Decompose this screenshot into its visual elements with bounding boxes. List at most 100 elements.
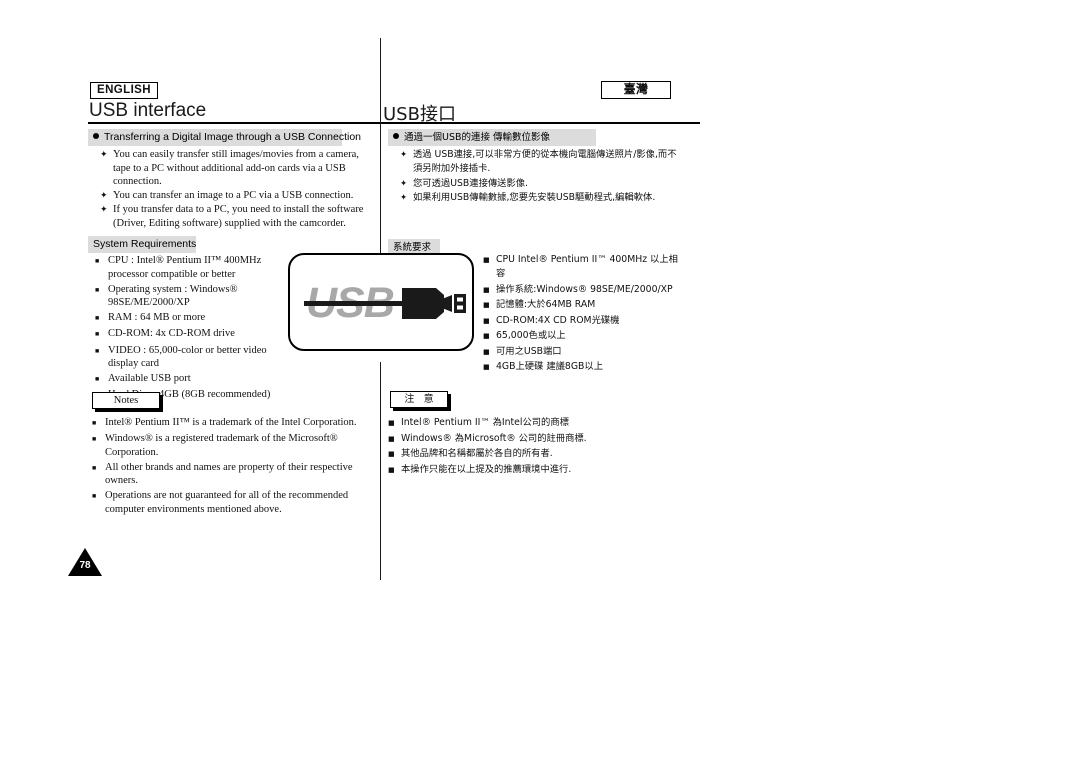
list-item-text: Operations are not guaranteed for all of… <box>105 490 349 516</box>
list-item-text: All other brands and names are property … <box>105 461 353 487</box>
list-item: Intel® Pentium II™ is a trademark of the… <box>92 416 382 431</box>
list-item: CPU Intel® Pentium II™ 400MHz 以上相容 <box>483 253 683 281</box>
list-item: CPU : Intel® Pentium II™ 400MHz processo… <box>95 254 295 281</box>
transfer-list-chinese: 透過 USB連接,可以非常方便的從本機向電腦傳送照片/影像,而不須另附加外接插卡… <box>400 148 680 206</box>
list-item-text: 透過 USB連接,可以非常方便的從本機向電腦傳送照片/影像,而不須另附加外接插卡… <box>413 149 677 174</box>
notes-label-english: Notes <box>92 392 160 409</box>
square-bullet-icon <box>95 327 108 342</box>
usb-logo-graphic: USB <box>288 253 474 351</box>
square-bullet-icon <box>95 311 108 326</box>
list-item-text: If you transfer data to a PC, you need t… <box>113 204 364 229</box>
list-item: Available USB port <box>95 372 295 387</box>
usb-connector-end <box>454 294 466 313</box>
list-item: 您可透過USB連接傳送影像. <box>400 177 680 191</box>
page-number-text: 78 <box>79 560 91 571</box>
list-item-text: 可用之USB端口 <box>496 345 562 357</box>
list-item-text: You can transfer an image to a PC via a … <box>113 190 354 202</box>
square-bullet-icon <box>95 372 108 387</box>
list-item-text: Available USB port <box>108 373 191 385</box>
list-item-text: Intel® Pentium II™ 為Intel公司的商標 <box>401 417 569 428</box>
header-divider-rule <box>88 122 700 125</box>
page-number-badge: 78 <box>68 548 102 576</box>
list-item-text: Operating system : Windows® 98SE/ME/2000… <box>108 283 238 309</box>
list-item-text: Windows® is a registered trademark of th… <box>105 433 338 458</box>
language-badge-taiwan: 臺灣 <box>601 81 671 99</box>
diamond-bullet-icon <box>400 191 413 205</box>
list-item: Windows® 為Microsoft® 公司的註冊商標. <box>388 432 638 446</box>
square-bullet-icon <box>483 283 496 297</box>
list-item: 透過 USB連接,可以非常方便的從本機向電腦傳送照片/影像,而不須另附加外接插卡… <box>400 148 680 176</box>
square-bullet-icon <box>388 463 401 477</box>
list-item: 可用之USB端口 <box>483 345 683 359</box>
list-item-text: CPU : Intel® Pentium II™ 400MHz processo… <box>108 255 262 280</box>
square-bullet-icon <box>483 329 496 343</box>
list-item-text: VIDEO : 65,000-color or better video dis… <box>108 344 267 370</box>
usb-logo-bar <box>304 301 416 306</box>
list-item-text: Intel® Pentium II™ is a trademark of the… <box>105 417 357 428</box>
list-item-text: Windows® 為Microsoft® 公司的註冊商標. <box>401 432 587 444</box>
column-divider-upper <box>380 38 382 272</box>
list-item: You can transfer an image to a PC via a … <box>100 189 372 203</box>
list-item: CD-ROM: 4x CD-ROM drive <box>95 327 295 342</box>
square-bullet-icon <box>483 314 496 328</box>
bullet-dot-icon <box>93 133 99 139</box>
diamond-bullet-icon <box>400 177 413 191</box>
language-badge-english: ENGLISH <box>90 82 158 99</box>
list-item-text: 65,000色或以上 <box>496 330 566 341</box>
square-bullet-icon <box>483 360 496 374</box>
square-bullet-icon <box>95 283 108 298</box>
square-bullet-icon <box>92 416 105 431</box>
square-bullet-icon <box>92 461 105 476</box>
square-bullet-icon <box>388 416 401 430</box>
list-item: 本操作只能在以上提及的推薦環境中進行. <box>388 463 638 477</box>
square-bullet-icon <box>92 432 105 447</box>
list-item-text: 記憶體:大於64MB RAM <box>496 299 596 310</box>
usb-connector-end-slot-bottom <box>457 305 463 310</box>
list-item-text: 如果利用USB傳輸數據,您要先安裝USB驅動程式,編輯軟体. <box>413 192 656 203</box>
list-item: Intel® Pentium II™ 為Intel公司的商標 <box>388 416 638 430</box>
list-item-text: CPU Intel® Pentium II™ 400MHz 以上相容 <box>496 254 678 279</box>
bullet-dot-icon <box>393 133 399 139</box>
list-item-text: CD-ROM: 4x CD-ROM drive <box>108 328 235 340</box>
list-item-text: You can easily transfer still images/mov… <box>113 149 359 188</box>
list-item: Windows® is a registered trademark of th… <box>92 432 382 459</box>
system-requirements-list-chinese: CPU Intel® Pentium II™ 400MHz 以上相容 操作系統:… <box>483 253 683 376</box>
diamond-bullet-icon <box>100 203 113 217</box>
list-item: 操作系統:Windows® 98SE/ME/2000/XP <box>483 283 683 297</box>
square-bullet-icon <box>92 489 105 504</box>
list-item-text: CD-ROM:4X CD ROM光碟機 <box>496 314 620 326</box>
diamond-bullet-icon <box>100 189 113 203</box>
square-bullet-icon <box>388 447 401 461</box>
list-item: All other brands and names are property … <box>92 461 382 488</box>
list-item: Operating system : Windows® 98SE/ME/2000… <box>95 283 295 310</box>
page-title-english: USB interface <box>89 100 207 121</box>
list-item-text: 其他品牌和名稱都屬於各自的所有者. <box>401 448 553 459</box>
square-bullet-icon <box>95 344 108 359</box>
list-item: 4GB上硬碟 建議8GB以上 <box>483 360 683 374</box>
notes-list-english: Intel® Pentium II™ is a trademark of the… <box>92 416 382 518</box>
list-item-text: 操作系統:Windows® 98SE/ME/2000/XP <box>496 283 673 295</box>
list-item: You can easily transfer still images/mov… <box>100 148 372 189</box>
notes-label-chinese: 注 意 <box>390 391 448 408</box>
manual-page: ENGLISH 臺灣 USB interface USB接口 Transferr… <box>0 0 1080 764</box>
section-heading-label: 通過一個USB的連接 傳輸數位影像 <box>404 132 551 143</box>
list-item: If you transfer data to a PC, you need t… <box>100 203 372 230</box>
list-item-text: 您可透過USB連接傳送影像. <box>413 177 529 189</box>
square-bullet-icon <box>483 345 496 359</box>
square-bullet-icon <box>95 254 108 269</box>
diamond-bullet-icon <box>100 148 113 162</box>
usb-connector-end-slot-top <box>457 297 463 302</box>
section-heading-transfer-english: Transferring a Digital Image through a U… <box>88 129 361 146</box>
list-item: 如果利用USB傳輸數據,您要先安裝USB驅動程式,編輯軟体. <box>400 191 680 205</box>
section-heading-label: Transferring a Digital Image through a U… <box>104 131 361 143</box>
notes-list-chinese: Intel® Pentium II™ 為Intel公司的商標 Windows® … <box>388 416 638 478</box>
usb-connector-plug <box>402 288 444 319</box>
list-item: RAM : 64 MB or more <box>95 311 295 326</box>
section-heading-sysreq-english: System Requirements <box>88 236 196 253</box>
list-item-text: RAM : 64 MB or more <box>108 312 206 324</box>
list-item-text: 本操作只能在以上提及的推薦環境中進行. <box>401 463 572 475</box>
usb-logo-svg: USB <box>304 279 466 327</box>
transfer-list-english: You can easily transfer still images/mov… <box>100 148 372 231</box>
list-item: 65,000色或以上 <box>483 329 683 343</box>
list-item: 記憶體:大於64MB RAM <box>483 298 683 312</box>
